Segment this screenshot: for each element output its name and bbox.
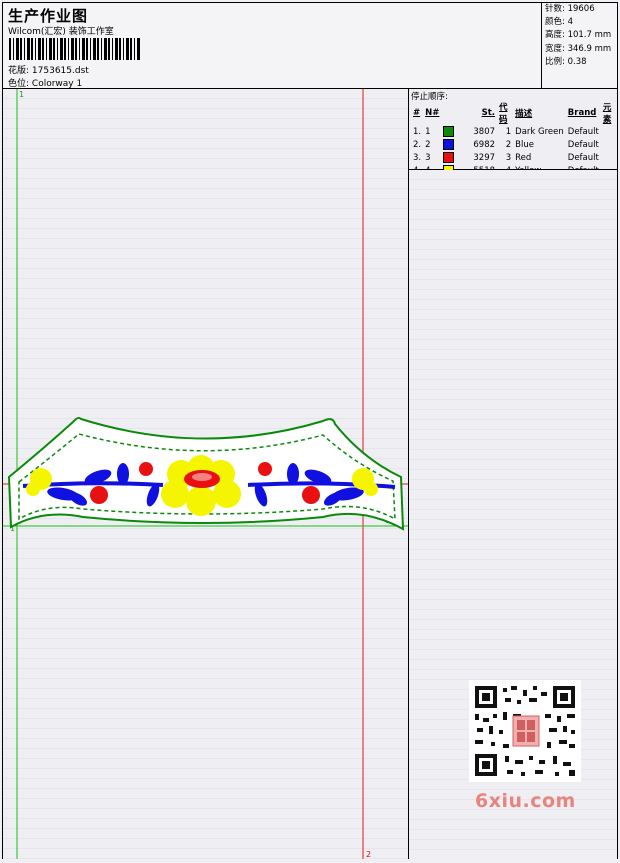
page-title: 生产作业图 bbox=[8, 7, 89, 25]
embroidery-preview: 1 2 2 1 1 bbox=[3, 89, 408, 859]
stop-sequence-table: # N# St. 代码 描述 Brand 元素 1. 1 3807 1 Dark… bbox=[411, 101, 617, 177]
col-brand: Brand bbox=[567, 108, 597, 118]
barcode bbox=[9, 38, 141, 60]
qr-code-icon bbox=[469, 680, 581, 782]
table-header: # N# St. 代码 描述 Brand 元素 bbox=[411, 101, 617, 125]
design-label: 花版: bbox=[8, 66, 30, 76]
color-swatch bbox=[443, 139, 455, 150]
header: 生产作业图 Wilcom(汇宏) 装饰工作室 花版: 1753615.dst 色… bbox=[3, 3, 617, 89]
stat-scale: 比例: 0.38 bbox=[545, 56, 587, 67]
stat-height: 高度: 101.7 mm bbox=[545, 30, 612, 41]
col-desc: 描述 bbox=[515, 109, 533, 119]
marker-green-top: 1 bbox=[19, 90, 24, 99]
table-row: 3. 3 3297 3 Red Default bbox=[413, 152, 599, 163]
col-n: N# bbox=[425, 108, 440, 118]
col-st: St. bbox=[481, 108, 496, 118]
stats-panel: 针数: 19606 颜色: 4 高度: 101.7 mm 宽度: 346.9 m… bbox=[541, 3, 618, 88]
stat-colors: 颜色: 4 bbox=[545, 17, 573, 28]
blue-leaf bbox=[287, 463, 299, 485]
colorway-label: 色位: bbox=[8, 79, 30, 89]
stat-width: 宽度: 346.9 mm bbox=[545, 43, 612, 54]
blue-leaf bbox=[117, 463, 129, 485]
studio-name: Wilcom(汇宏) 装饰工作室 bbox=[8, 27, 114, 37]
colorway-value: Colorway 1 bbox=[31, 79, 83, 89]
col-num: # bbox=[413, 108, 421, 118]
colorway: 色位: Colorway 1 bbox=[8, 76, 82, 89]
design-value: 1753615.dst bbox=[31, 66, 89, 76]
col-code: 代码 bbox=[499, 103, 508, 125]
color-swatch bbox=[443, 152, 455, 163]
col-swatch bbox=[441, 101, 471, 125]
design-canvas: 1 2 2 1 1 bbox=[3, 89, 409, 859]
table-row: 2. 2 6982 2 Blue Default bbox=[413, 139, 599, 150]
table-row: 1. 1 3807 1 Dark Green Default bbox=[413, 126, 599, 137]
design-file: 花版: 1753615.dst bbox=[8, 63, 89, 76]
qr-code bbox=[469, 680, 581, 782]
watermark-brand: 6xiu.com bbox=[475, 790, 576, 812]
stat-stitches: 针数: 19606 bbox=[545, 4, 595, 14]
center-yellow-flower bbox=[161, 455, 241, 516]
color-swatch bbox=[443, 126, 455, 137]
stop-sequence-panel: 停止顺序: # N# St. 代码 描述 Brand 元素 1. 1 3807 … bbox=[409, 89, 617, 176]
marker-red-bottom: 2 bbox=[366, 850, 371, 859]
col-element: 元素 bbox=[602, 103, 612, 125]
